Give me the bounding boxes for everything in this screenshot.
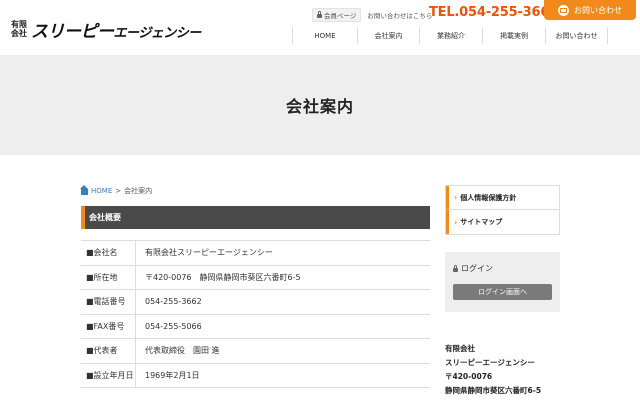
lock-icon (317, 11, 322, 18)
row-label: ■設立年月日 (81, 363, 136, 387)
page-title: 会社案内 (285, 97, 354, 116)
home-icon (80, 185, 88, 195)
row-label: ■代表者 (81, 339, 136, 363)
breadcrumb-home-link[interactable]: HOME (91, 187, 112, 195)
contact-button[interactable]: お問い合わせ (544, 0, 636, 20)
row-value: 〒420-0076 静岡県静岡市葵区六番町6-5 (145, 272, 301, 282)
address-line: 〒420-0076 (445, 372, 493, 381)
company-info-table: ■会社名 有限会社スリーピーエージェンシー ■所在地 〒420-0076 静岡県… (81, 240, 430, 388)
login-label-text: ログイン (461, 264, 493, 273)
mail-icon (558, 4, 569, 16)
logo-name-main: スリーピー (31, 21, 114, 42)
logo-company-name: スリーピーエージェンシー (31, 17, 201, 42)
member-page-link[interactable]: 会員ページ (312, 8, 362, 22)
row-value: 代表取締役 園田 進 (145, 346, 220, 356)
company-address: 有限会社 スリーピーエージェンシー 〒420-0076 静岡県静岡市葵区六番町6… (445, 342, 541, 398)
contact-button-label: お問い合わせ (574, 5, 622, 15)
nav-item-services[interactable]: 業務紹介 (419, 27, 482, 44)
address-line: スリーピーエージェンシー (445, 358, 535, 367)
login-box: ログイン ログイン画面へ (445, 252, 560, 312)
address-line: 静岡県静岡市葵区六番町6-5 (445, 386, 542, 395)
breadcrumb-separator: > (115, 187, 122, 195)
sidebar-item-label: サイトマップ (460, 218, 503, 226)
row-value: 054-255-5066 (145, 321, 202, 331)
row-value: 1969年2月1日 (145, 370, 200, 380)
chevron-right-icon: › (454, 217, 458, 227)
row-value: 054-255-3662 (145, 297, 202, 307)
sidebar-menu: › 個人情報保護方針 › サイトマップ (445, 185, 560, 235)
table-row: ■会社名 有限会社スリーピーエージェンシー (81, 241, 430, 266)
global-nav: HOME 会社案内 業務紹介 掲載実例 お問い合わせ (292, 27, 608, 44)
contact-text-link[interactable]: お問い合わせはこちら (367, 10, 432, 20)
breadcrumb-current: 会社案内 (124, 187, 153, 195)
row-label: ■FAX番号 (81, 314, 136, 338)
table-row: ■所在地 〒420-0076 静岡県静岡市葵区六番町6-5 (81, 265, 430, 290)
site-logo[interactable]: 有限会社 スリーピーエージェンシー (11, 17, 201, 42)
logo-name-sub: エージェンシー (113, 25, 202, 41)
nav-item-home[interactable]: HOME (292, 27, 357, 44)
row-label: ■会社名 (81, 241, 136, 265)
nav-item-company[interactable]: 会社案内 (357, 27, 419, 44)
page-hero: 会社案内 (0, 55, 640, 155)
utility-links: 会員ページ お問い合わせはこちら (312, 8, 432, 22)
row-label: ■所在地 (81, 265, 136, 289)
table-row: ■FAX番号 054-255-5066 (81, 314, 430, 339)
nav-item-examples[interactable]: 掲載実例 (482, 27, 545, 44)
phone-number[interactable]: TEL.054-255-3662 (429, 5, 558, 20)
nav-item-contact[interactable]: お問い合わせ (545, 27, 608, 44)
chevron-right-icon: › (454, 193, 458, 202)
sidebar-item-sitemap[interactable]: › サイトマップ (446, 210, 559, 234)
breadcrumb: HOME > 会社案内 (80, 185, 153, 196)
sidebar-item-privacy-policy[interactable]: › 個人情報保護方針 (446, 186, 559, 210)
table-row: ■代表者 代表取締役 園田 進 (81, 339, 430, 364)
login-button[interactable]: ログイン画面へ (453, 284, 552, 300)
sidebar-item-label: 個人情報保護方針 (460, 193, 517, 202)
address-line: 有限会社 (445, 344, 475, 353)
login-label: ログイン (453, 263, 493, 274)
member-page-label: 会員ページ (324, 12, 357, 20)
row-value: 有限会社スリーピーエージェンシー (145, 248, 273, 258)
row-label: ■電話番号 (81, 290, 136, 314)
lock-icon (453, 264, 458, 272)
logo-company-kind: 有限会社 (11, 20, 27, 38)
section-title: 会社概要 (81, 206, 430, 229)
table-row: ■設立年月日 1969年2月1日 (81, 363, 430, 388)
table-row: ■電話番号 054-255-3662 (81, 290, 430, 315)
